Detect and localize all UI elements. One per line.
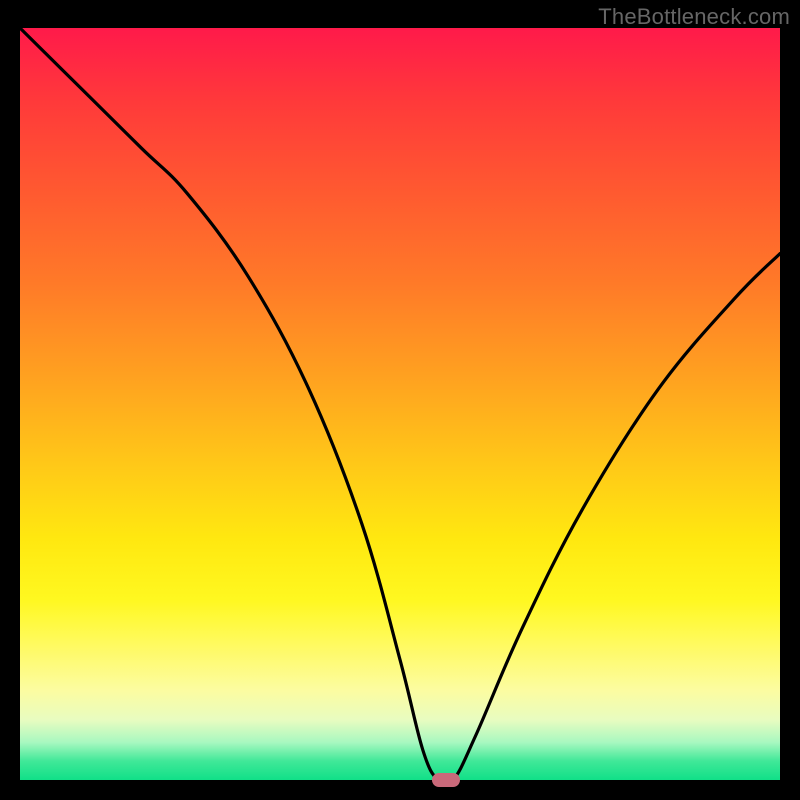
bottleneck-curve	[20, 28, 780, 780]
watermark-label: TheBottleneck.com	[598, 4, 790, 30]
optimal-marker	[432, 773, 460, 787]
plot-area	[20, 28, 780, 780]
chart-frame: TheBottleneck.com	[0, 0, 800, 800]
